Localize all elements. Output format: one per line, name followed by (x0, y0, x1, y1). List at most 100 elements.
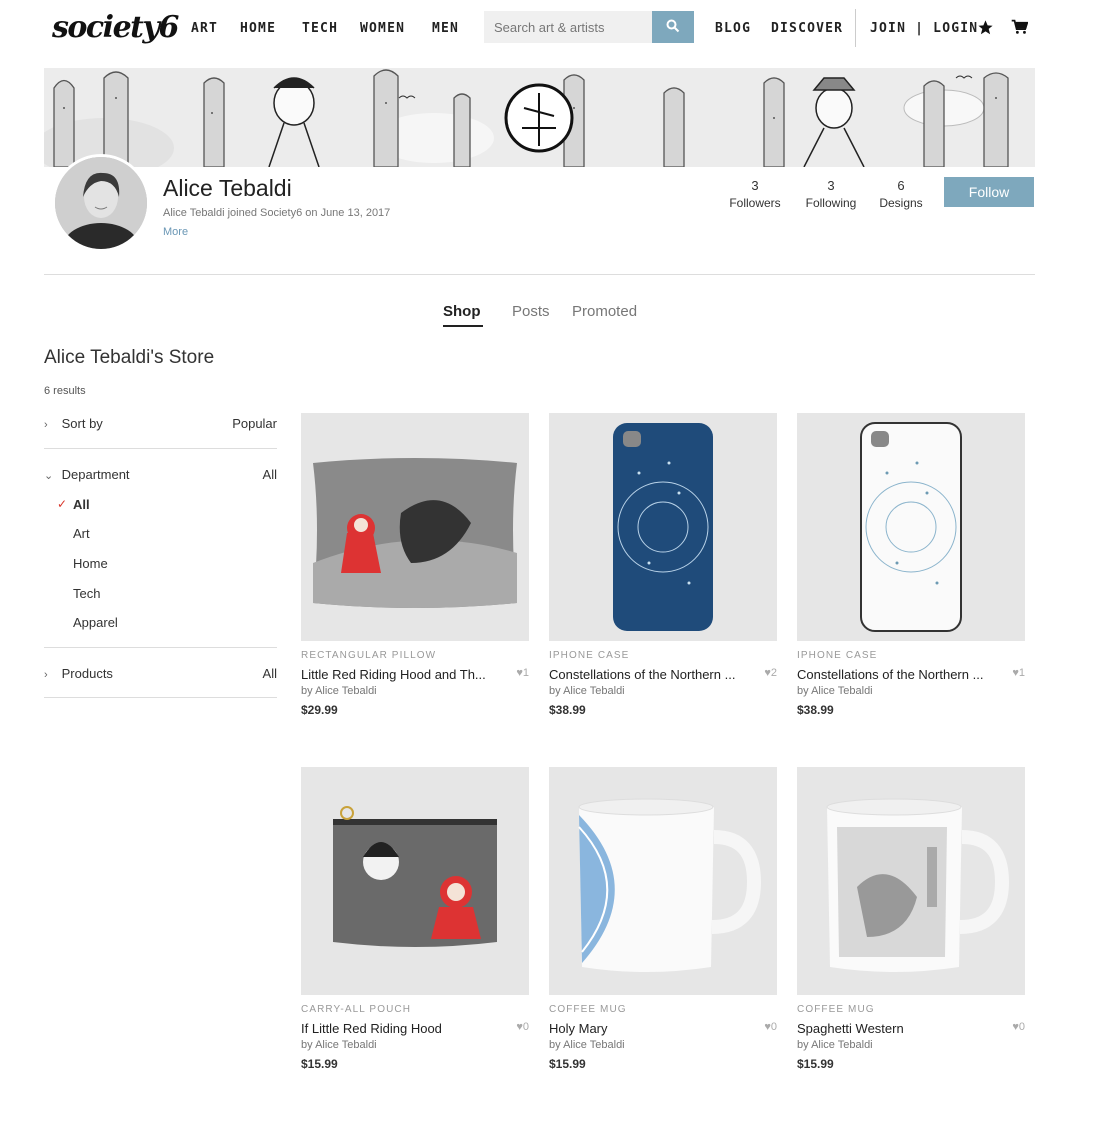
products-label: Products (61, 666, 113, 681)
product-card[interactable]: IPHONE CASE Constellations of the Northe… (549, 413, 777, 717)
section-divider (44, 274, 1035, 275)
chevron-right-icon: › (44, 419, 48, 431)
product-category: COFFEE MUG (549, 1004, 627, 1015)
department-filter[interactable]: ⌄ Department All (44, 467, 277, 482)
pouch-image (301, 767, 529, 995)
products-filter[interactable]: › Products All (44, 666, 277, 681)
product-card[interactable]: CARRY-ALL POUCH If Little Red Riding Hoo… (301, 767, 529, 1071)
search-input[interactable] (484, 11, 652, 43)
society6-logo[interactable]: society6 (52, 10, 179, 45)
product-artist[interactable]: by Alice Tebaldi (301, 1039, 529, 1051)
product-image[interactable] (797, 767, 1025, 995)
following-label: Following (805, 196, 857, 210)
nav-link-men[interactable]: MEN (432, 21, 459, 36)
nav-link-art[interactable]: ART (191, 21, 218, 36)
product-price: $38.99 (797, 703, 834, 717)
product-likes[interactable]: ♥0 (1012, 1021, 1025, 1033)
product-card[interactable]: COFFEE MUG Spaghetti Western ♥0 by Alice… (797, 767, 1025, 1071)
product-likes[interactable]: ♥1 (1012, 667, 1025, 679)
department-option-apparel[interactable]: Apparel (73, 615, 118, 630)
chevron-right-icon: › (44, 669, 48, 681)
banner-illustration (44, 68, 1035, 167)
product-artist[interactable]: by Alice Tebaldi (301, 685, 529, 697)
department-option-tech[interactable]: Tech (73, 586, 100, 601)
sidebar-divider (44, 647, 277, 648)
product-price: $15.99 (301, 1057, 338, 1071)
sort-by-value: Popular (232, 416, 277, 431)
product-image[interactable] (549, 767, 777, 995)
product-likes[interactable]: ♥0 (764, 1021, 777, 1033)
tab-posts[interactable]: Posts (512, 303, 550, 320)
department-option-art[interactable]: Art (73, 526, 90, 541)
department-value: All (262, 467, 277, 482)
product-price: $38.99 (549, 703, 586, 717)
product-category: IPHONE CASE (549, 650, 630, 661)
tab-promoted[interactable]: Promoted (572, 303, 637, 320)
department-option-home[interactable]: Home (73, 556, 108, 571)
stat-following[interactable]: 3 Following (796, 178, 866, 210)
pillow-image (301, 413, 529, 641)
follow-button[interactable]: Follow (944, 177, 1034, 207)
phone-case-image (797, 413, 1025, 641)
following-count: 3 (827, 178, 835, 193)
product-card[interactable]: IPHONE CASE Constellations of the Northe… (797, 413, 1025, 717)
product-image[interactable] (549, 413, 777, 641)
sort-by-label: Sort by (61, 416, 103, 431)
product-category: COFFEE MUG (797, 1004, 875, 1015)
product-category: RECTANGULAR PILLOW (301, 650, 437, 661)
product-price: $15.99 (797, 1057, 834, 1071)
search-button[interactable] (652, 11, 694, 43)
department-option-all[interactable]: All (73, 497, 90, 512)
product-likes[interactable]: ♥1 (516, 667, 529, 679)
product-title[interactable]: Little Red Riding Hood and Th... (301, 667, 505, 682)
product-artist[interactable]: by Alice Tebaldi (549, 685, 777, 697)
likes-count: 1 (1018, 667, 1025, 679)
store-title: Alice Tebaldi's Store (44, 347, 215, 368)
nav-link-women[interactable]: WOMEN (360, 21, 405, 36)
profile-name: Alice Tebaldi (163, 175, 292, 201)
product-card[interactable]: COFFEE MUG Holy Mary ♥0 by Alice Tebaldi… (549, 767, 777, 1071)
product-likes[interactable]: ♥2 (764, 667, 777, 679)
product-price: $29.99 (301, 703, 338, 717)
product-category: IPHONE CASE (797, 650, 878, 661)
product-image[interactable] (797, 413, 1025, 641)
tab-shop[interactable]: Shop (443, 303, 481, 320)
likes-count: 0 (522, 1021, 529, 1033)
product-title[interactable]: Constellations of the Northern ... (797, 667, 1001, 682)
join-login-link[interactable]: JOIN | LOGIN (870, 21, 978, 36)
nav-divider (855, 9, 856, 47)
followers-label: Followers (729, 196, 781, 210)
product-title[interactable]: If Little Red Riding Hood (301, 1021, 505, 1036)
nav-link-home[interactable]: HOME (240, 21, 276, 36)
joined-date: Alice Tebaldi joined Society6 on June 13… (163, 207, 391, 219)
product-artist[interactable]: by Alice Tebaldi (797, 1039, 1025, 1051)
nav-link-tech[interactable]: TECH (302, 21, 338, 36)
product-image[interactable] (301, 413, 529, 641)
mug-image (549, 767, 777, 995)
avatar (52, 154, 150, 252)
sort-by-filter[interactable]: › Sort by Popular (44, 416, 277, 431)
more-link[interactable]: More (163, 226, 188, 238)
nav-link-blog[interactable]: BLOG (715, 21, 751, 36)
product-title[interactable]: Constellations of the Northern ... (549, 667, 753, 682)
product-card[interactable]: RECTANGULAR PILLOW Little Red Riding Hoo… (301, 413, 529, 717)
product-title[interactable]: Holy Mary (549, 1021, 753, 1036)
product-title[interactable]: Spaghetti Western (797, 1021, 1001, 1036)
followers-count: 3 (751, 178, 759, 193)
product-artist[interactable]: by Alice Tebaldi (549, 1039, 777, 1051)
likes-count: 0 (1018, 1021, 1025, 1033)
product-image[interactable] (301, 767, 529, 995)
stat-followers[interactable]: 3 Followers (720, 178, 790, 210)
nav-link-discover[interactable]: DISCOVER (771, 21, 843, 36)
star-icon[interactable] (977, 19, 994, 36)
sidebar-divider (44, 448, 277, 449)
designs-label: Designs (879, 196, 923, 210)
chevron-down-icon: ⌄ (44, 470, 54, 482)
products-value: All (262, 666, 277, 681)
sidebar-divider (44, 697, 277, 698)
product-likes[interactable]: ♥0 (516, 1021, 529, 1033)
cart-icon[interactable] (1011, 19, 1028, 35)
avatar-photo (55, 157, 147, 249)
stat-designs[interactable]: 6 Designs (866, 178, 936, 210)
product-artist[interactable]: by Alice Tebaldi (797, 685, 1025, 697)
